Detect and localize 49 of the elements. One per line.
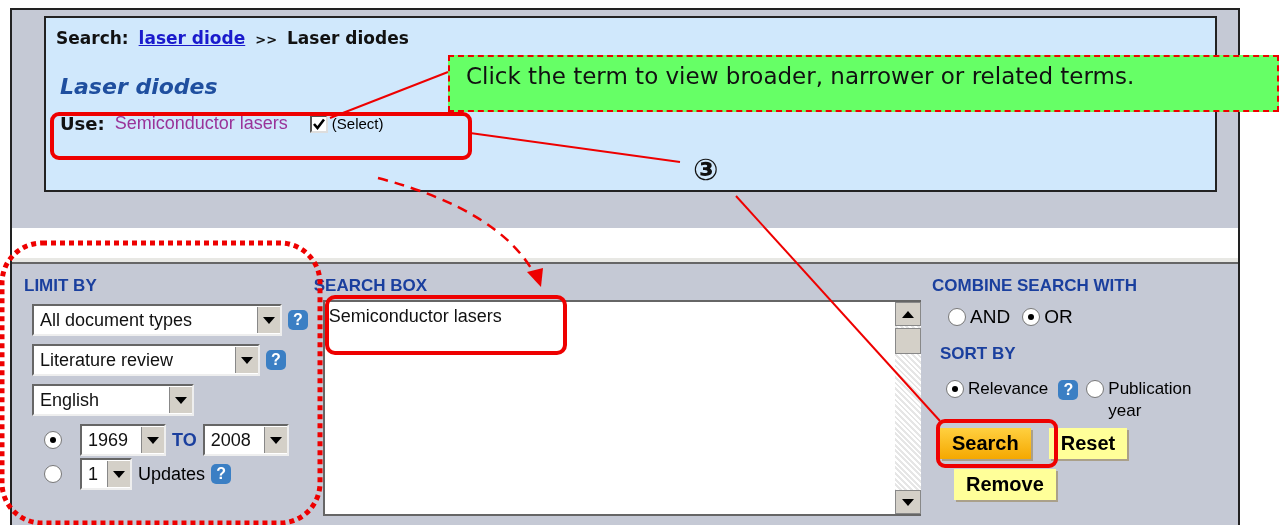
- caret-icon: [147, 436, 159, 444]
- radio-label: AND: [970, 306, 1011, 328]
- help-icon[interactable]: ?: [211, 464, 232, 484]
- search-text-area[interactable]: Semiconductor lasers: [322, 300, 921, 516]
- section-title: SORT BY: [940, 344, 1017, 364]
- form-button[interactable]: Remove: [954, 469, 1056, 500]
- dropdown[interactable]: 1: [80, 458, 132, 490]
- scroll-up-icon[interactable]: [895, 302, 921, 326]
- radio-button[interactable]: [1022, 308, 1041, 326]
- form-button[interactable]: Reset: [1048, 428, 1128, 459]
- callout-note: Click the term to view broader, narrower or related terms.: [448, 55, 1279, 112]
- dropdown[interactable]: 1969: [80, 424, 166, 456]
- term-link[interactable]: Semiconductor lasers: [114, 113, 288, 134]
- help-icon[interactable]: ?: [288, 310, 308, 330]
- help-icon[interactable]: ?: [1058, 380, 1079, 400]
- radio-button[interactable]: [44, 465, 62, 483]
- radio-label: Relevance: [968, 378, 1049, 400]
- section-title: COMBINE SEARCH WITH: [932, 276, 1138, 296]
- radio-button[interactable]: [44, 431, 62, 449]
- term-heading: Laser diodes: [60, 74, 218, 99]
- updates-label: Updates: [138, 463, 206, 485]
- radio-label: OR: [1044, 306, 1073, 328]
- radio-button[interactable]: [948, 308, 966, 326]
- caret-icon: [113, 470, 125, 478]
- caret-icon: [241, 356, 253, 364]
- caret-icon: [269, 436, 282, 444]
- dropdown[interactable]: All document types: [32, 304, 282, 336]
- radio-button[interactable]: [946, 380, 964, 398]
- caret-icon: [175, 396, 187, 404]
- dropdown[interactable]: 2008: [202, 424, 289, 456]
- caret-icon: [263, 316, 275, 324]
- help-icon[interactable]: ?: [266, 350, 286, 370]
- dropdown[interactable]: Literature review: [32, 344, 260, 376]
- scroll-down-icon[interactable]: [895, 490, 921, 514]
- breadcrumb-separator: >>: [255, 32, 278, 47]
- dropdown[interactable]: English: [32, 384, 194, 416]
- checkbox-label: (Select): [331, 115, 384, 132]
- breadcrumb-label: Search:: [56, 28, 129, 48]
- range-label: TO: [172, 429, 197, 451]
- section-title: LIMIT BY: [24, 276, 98, 296]
- use-label: Use:: [60, 113, 105, 134]
- search-button[interactable]: Search: [940, 428, 1031, 459]
- breadcrumb-link[interactable]: laser diode: [138, 28, 246, 48]
- section-title: SEARCH BOX: [313, 276, 429, 296]
- radio-button[interactable]: [1086, 380, 1105, 398]
- scroll-thumb[interactable]: [895, 328, 921, 354]
- radio-label: Publication year: [1108, 378, 1193, 422]
- step-marker: ③: [693, 152, 719, 187]
- breadcrumb-current: Laser diodes: [287, 28, 409, 48]
